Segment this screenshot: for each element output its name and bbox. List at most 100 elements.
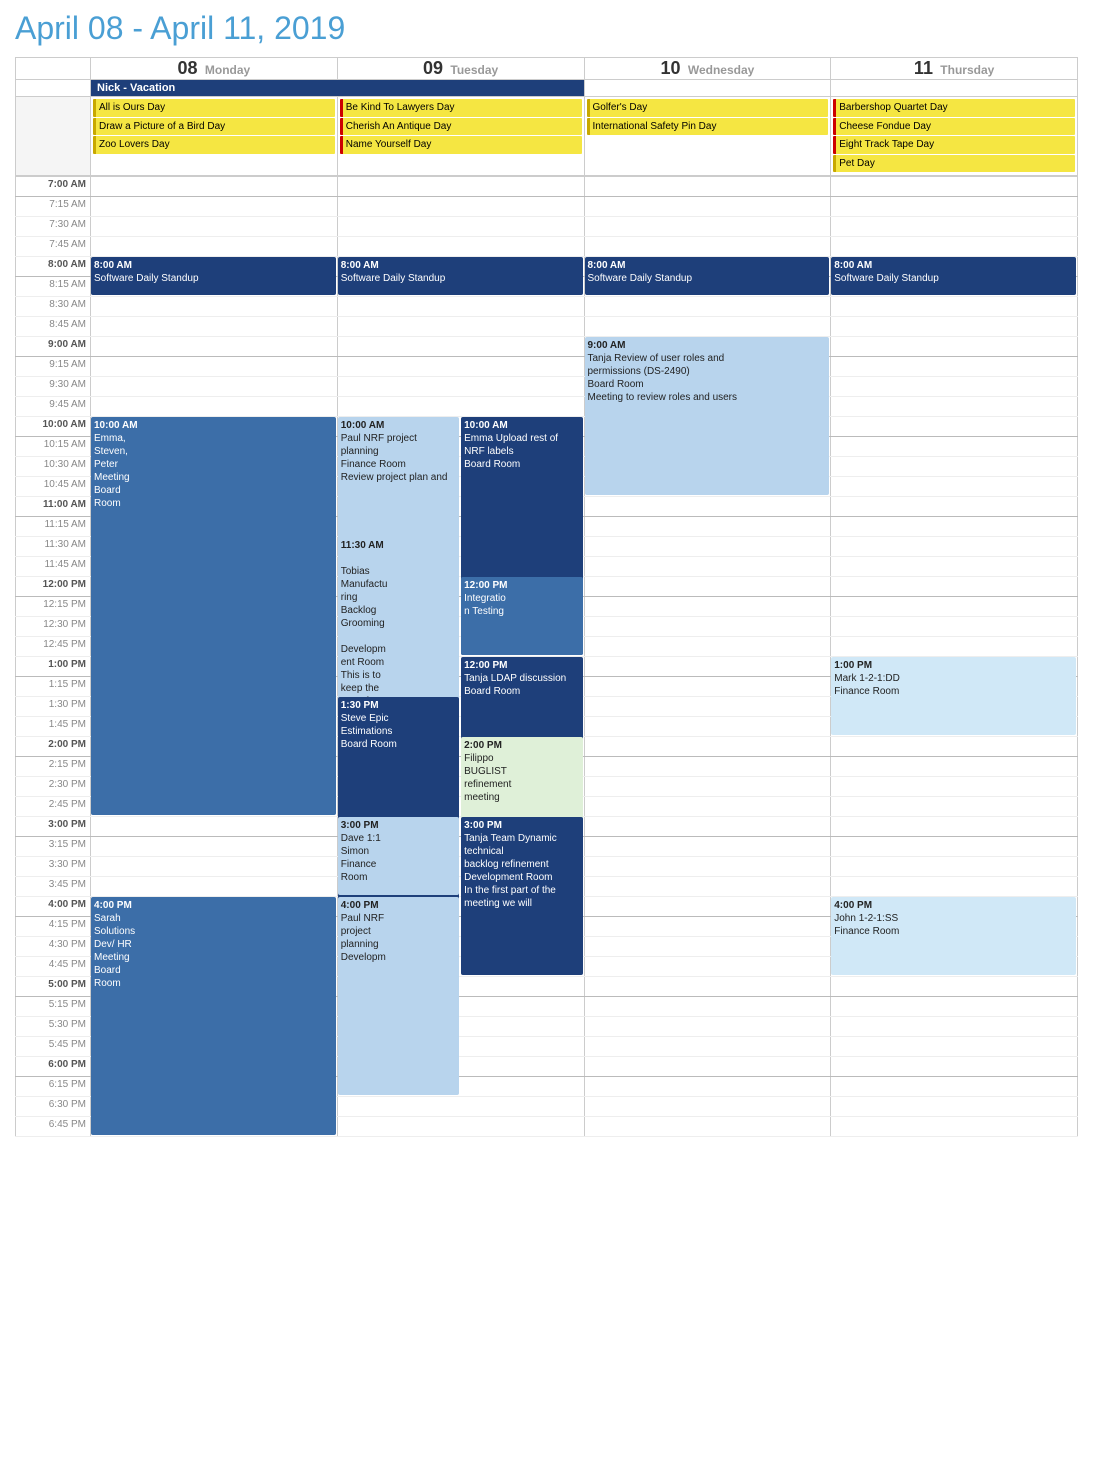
- allday-mon: All is Ours Day Draw a Picture of a Bird…: [91, 97, 338, 176]
- day-slot: [831, 1117, 1078, 1137]
- vacation-cell: Nick - Vacation: [91, 80, 585, 97]
- calendar-event[interactable]: 12:00 PMIntegration Testing: [461, 577, 582, 655]
- day-slot: [584, 597, 831, 617]
- day-slot: [584, 297, 831, 317]
- day-slot: [91, 877, 338, 897]
- day-slot: [831, 577, 1078, 597]
- calendar-event[interactable]: 9:00 AMTanja Review of user roles andper…: [585, 337, 830, 495]
- day-slot: [584, 957, 831, 977]
- time-row: 7:45 AM: [16, 237, 1078, 257]
- time-row: 9:15 AM: [16, 357, 1078, 377]
- day-slot: [337, 237, 584, 257]
- calendar-event[interactable]: 1:00 PMMark 1-2-1:DDFinance Room: [831, 657, 1076, 735]
- time-label: 6:15 PM: [16, 1077, 91, 1097]
- day-num-09: 09: [423, 58, 443, 78]
- calendar-event[interactable]: 4:00 PMSarahSolutionsDev/ HRMeetingBoard…: [91, 897, 336, 1135]
- calendar-event[interactable]: 4:00 PMPaul NRFprojectplanningDevelopm: [338, 897, 459, 975]
- day-slot: [337, 217, 584, 237]
- allday-time-cell: [16, 97, 91, 176]
- time-label: 4:15 PM: [16, 917, 91, 937]
- time-label: 7:30 AM: [16, 217, 91, 237]
- time-label: 11:15 AM: [16, 517, 91, 537]
- time-row: 8:45 AM: [16, 317, 1078, 337]
- time-label: 12:15 PM: [16, 597, 91, 617]
- allday-event[interactable]: International Safety Pin Day: [587, 118, 829, 136]
- day-slot: [831, 617, 1078, 637]
- time-label: 6:00 PM: [16, 1057, 91, 1077]
- day-slot: [831, 997, 1078, 1017]
- time-label: 9:45 AM: [16, 397, 91, 417]
- day-slot: [831, 517, 1078, 537]
- allday-tue: Be Kind To Lawyers Day Cherish An Antiqu…: [337, 97, 584, 176]
- calendar-event[interactable]: 3:00 PMDave 1:1SimonFinanceRoom: [338, 817, 459, 895]
- allday-event[interactable]: Name Yourself Day: [340, 136, 582, 154]
- allday-event[interactable]: Pet Day: [833, 155, 1075, 173]
- day-slot: [831, 737, 1078, 757]
- vacation-thu-empty: [831, 80, 1078, 97]
- time-label: 6:30 PM: [16, 1097, 91, 1117]
- day-slot: [91, 197, 338, 217]
- day-slot: [584, 977, 831, 997]
- calendar-event[interactable]: 8:00 AMSoftware Daily Standup: [91, 257, 336, 295]
- time-row: 9:00 AM: [16, 337, 1078, 357]
- time-label: 3:45 PM: [16, 877, 91, 897]
- day-slot: [337, 317, 584, 337]
- time-label: 8:15 AM: [16, 277, 91, 297]
- day-slot: [91, 237, 338, 257]
- day-slot: [91, 217, 338, 237]
- day-slot: [584, 537, 831, 557]
- time-label: 11:45 AM: [16, 557, 91, 577]
- allday-event[interactable]: Be Kind To Lawyers Day: [340, 99, 582, 117]
- day-slot: [831, 877, 1078, 897]
- calendar-event[interactable]: 8:00 AMSoftware Daily Standup: [831, 257, 1076, 295]
- day-slot: [584, 917, 831, 937]
- day-slot: [584, 557, 831, 577]
- day-slot: [831, 417, 1078, 437]
- day-slot: [584, 677, 831, 697]
- allday-event[interactable]: Draw a Picture of a Bird Day: [93, 118, 335, 136]
- time-label: 1:45 PM: [16, 717, 91, 737]
- day-slot: [584, 857, 831, 877]
- allday-event[interactable]: Cherish An Antique Day: [340, 118, 582, 136]
- day-slot: [584, 877, 831, 897]
- day-name-mon: Monday: [205, 63, 250, 77]
- calendar-event[interactable]: 10:00 AMEmma,Steven,PeterMeetingBoardRoo…: [91, 417, 336, 815]
- time-label: 5:00 PM: [16, 977, 91, 997]
- time-row: 7:00 AM: [16, 177, 1078, 197]
- day-slot: [831, 397, 1078, 417]
- allday-event[interactable]: Cheese Fondue Day: [833, 118, 1075, 136]
- day-slot: [584, 657, 831, 677]
- day-slot: [584, 637, 831, 657]
- allday-row: All is Ours Day Draw a Picture of a Bird…: [16, 97, 1078, 176]
- calendar-event[interactable]: 8:00 AMSoftware Daily Standup: [338, 257, 583, 295]
- time-label: 4:45 PM: [16, 957, 91, 977]
- calendar-page: April 08 - April 11, 2019 08 Monday 09 T…: [0, 0, 1093, 1147]
- allday-event[interactable]: Zoo Lovers Day: [93, 136, 335, 154]
- calendar-event[interactable]: 4:00 PMJohn 1-2-1:SSFinance Room: [831, 897, 1076, 975]
- day-slot: [831, 1017, 1078, 1037]
- time-label: 1:30 PM: [16, 697, 91, 717]
- day-name-thu: Thursday: [940, 63, 994, 77]
- day-slot: [831, 1077, 1078, 1097]
- time-label: 4:00 PM: [16, 897, 91, 917]
- calendar-event[interactable]: 3:00 PMTanja Team Dynamic technicalbackl…: [461, 817, 582, 975]
- calendar-table: 08 Monday 09 Tuesday 10 Wednesday 11 Thu…: [15, 57, 1078, 176]
- allday-event[interactable]: Barbershop Quartet Day: [833, 99, 1075, 117]
- day-slot: [831, 1057, 1078, 1077]
- day-slot: [831, 777, 1078, 797]
- time-label: 9:00 AM: [16, 337, 91, 357]
- time-row: 9:45 AM: [16, 397, 1078, 417]
- day-slot: [831, 337, 1078, 357]
- time-label: 10:45 AM: [16, 477, 91, 497]
- day-slot: [584, 617, 831, 637]
- day-slot: [584, 837, 831, 857]
- allday-event[interactable]: Golfer's Day: [587, 99, 829, 117]
- day-slot: [337, 1097, 584, 1117]
- header-tue: 09 Tuesday: [337, 58, 584, 80]
- calendar-event[interactable]: 8:00 AMSoftware Daily Standup: [585, 257, 830, 295]
- day-slot: [91, 397, 338, 417]
- day-slot: [584, 937, 831, 957]
- time-label: 7:00 AM: [16, 177, 91, 197]
- allday-event[interactable]: Eight Track Tape Day: [833, 136, 1075, 154]
- allday-event[interactable]: All is Ours Day: [93, 99, 335, 117]
